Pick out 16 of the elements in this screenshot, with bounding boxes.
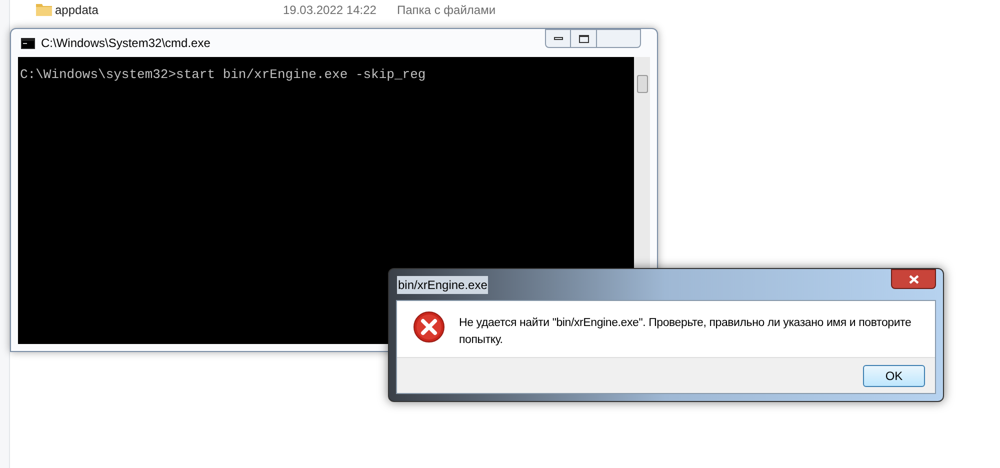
close-button[interactable] [891, 269, 936, 289]
console-line: C:\Windows\system32>start bin/xrEngine.exe -skip_reg [20, 66, 427, 84]
error-message: Не удается найти "bin/xrEngine.exe". Проверьте, правильно ли указано имя и повторите попытку. [459, 316, 912, 348]
ok-button[interactable]: OK [863, 364, 925, 386]
error-icon [413, 311, 445, 343]
file-type: Папка с файлами [397, 2, 496, 18]
folder-icon [36, 3, 52, 16]
window-title: C:\Windows\System32\cmd.exe [41, 35, 210, 52]
close-icon [908, 274, 918, 284]
minimize-button[interactable] [545, 29, 571, 48]
scroll-thumb[interactable] [636, 75, 648, 93]
file-date: 19.03.2022 14:22 [283, 2, 378, 18]
dialog-title: bin/xrEngine.exe [397, 276, 488, 294]
console-icon [21, 38, 35, 48]
file-name[interactable]: appdata [55, 0, 283, 18]
maximize-button[interactable] [571, 29, 597, 48]
